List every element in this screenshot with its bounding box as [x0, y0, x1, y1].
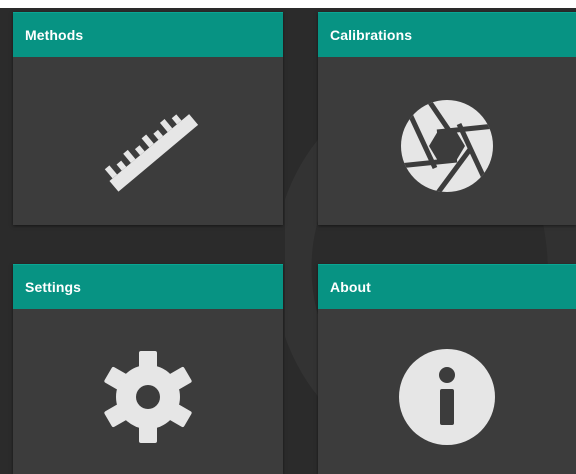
calibrations-title: Calibrations — [318, 12, 576, 57]
about-title: About — [318, 264, 576, 309]
methods-title: Methods — [13, 12, 283, 57]
calibrations-tile[interactable]: Calibrations — [318, 12, 576, 225]
methods-tile[interactable]: Methods — [13, 12, 283, 225]
settings-tile[interactable]: Settings — [13, 264, 283, 474]
settings-title: Settings — [13, 264, 283, 309]
info-icon — [399, 348, 495, 445]
calibrations-tile-body — [318, 67, 576, 225]
settings-tile-body — [13, 319, 283, 474]
ruler-icon — [104, 114, 199, 192]
dashboard: Methods Calibrations Settings About — [0, 8, 576, 474]
about-tile[interactable]: About — [318, 264, 576, 474]
aperture-icon — [401, 100, 493, 192]
about-tile-body — [318, 319, 576, 474]
methods-tile-body — [13, 67, 283, 225]
gear-icon — [104, 350, 192, 443]
